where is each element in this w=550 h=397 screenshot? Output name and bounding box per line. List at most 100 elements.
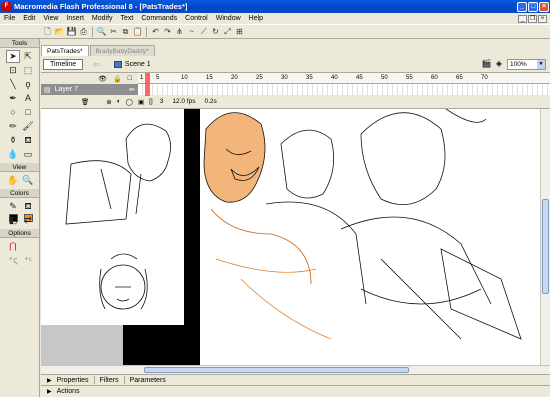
eyedropper-icon[interactable]: 💧: [6, 148, 20, 161]
delete-layer-icon[interactable]: 🗑: [81, 98, 89, 106]
menu-edit[interactable]: Edit: [19, 15, 39, 22]
edit-bar: Timeline ⇦ Scene 1 🎬 ◈ 100% ▼: [41, 56, 550, 73]
edit-symbols-icon[interactable]: ◈: [496, 59, 502, 68]
onion-outline-icon[interactable]: ◯: [126, 98, 133, 106]
vertical-scrollbar[interactable]: [540, 109, 550, 365]
brush-tool-icon[interactable]: 🖌: [21, 120, 35, 133]
expand-arrow-icon[interactable]: ▶: [47, 377, 52, 384]
scene-breadcrumb[interactable]: Scene 1: [113, 60, 151, 68]
straighten-icon[interactable]: ⟋: [198, 26, 209, 37]
view-tools: ✋ 🔍: [0, 172, 39, 189]
eraser-icon[interactable]: ▭: [21, 148, 35, 161]
playhead[interactable]: [145, 73, 150, 96]
actions-panel-bar[interactable]: ▶ Actions: [41, 385, 550, 397]
maximize-button[interactable]: □: [528, 1, 538, 12]
flash-window: F Macromedia Flash Professional 8 - [Pat…: [0, 0, 550, 397]
edit-scene-icon[interactable]: 🎬: [482, 59, 492, 68]
doc-minimize-icon[interactable]: _: [518, 14, 527, 23]
menu-insert[interactable]: Insert: [62, 15, 88, 22]
menu-window[interactable]: Window: [212, 15, 245, 22]
magnet-icon[interactable]: ⋔: [174, 26, 185, 37]
tab-bradybabydaddy[interactable]: BradyBabyDaddy*: [89, 45, 155, 56]
text-tool-icon[interactable]: A: [21, 92, 35, 105]
horizontal-scrollbar[interactable]: [41, 365, 550, 374]
oval-tool-icon[interactable]: ○: [6, 106, 20, 119]
center-frame-icon[interactable]: ⊕: [106, 98, 111, 106]
menu-modify[interactable]: Modify: [88, 15, 117, 22]
close-button[interactable]: ×: [539, 1, 549, 12]
minimize-button[interactable]: _: [517, 1, 527, 12]
copy-icon[interactable]: ⧉: [120, 26, 131, 37]
zoom-dropdown-icon[interactable]: ▼: [537, 60, 545, 69]
selection-tool-icon[interactable]: ➤: [6, 50, 20, 63]
tab-filters[interactable]: Filters: [100, 377, 119, 384]
zoom-select[interactable]: 100% ▼: [507, 59, 546, 70]
paint-bucket-icon[interactable]: ⛾: [21, 134, 35, 147]
doc-close-icon[interactable]: ×: [538, 14, 547, 23]
colors-header: Colors: [0, 189, 39, 198]
tab-parameters[interactable]: Parameters: [130, 377, 166, 384]
open-folder-icon[interactable]: 📂: [54, 26, 65, 37]
doc-restore-icon[interactable]: ❐: [528, 14, 537, 23]
lasso-tool-icon[interactable]: ϙ: [21, 78, 35, 91]
outline-all-icon[interactable]: □: [128, 75, 132, 82]
menu-view[interactable]: View: [39, 15, 62, 22]
onion-markers-icon[interactable]: []: [149, 98, 153, 105]
menu-control[interactable]: Control: [181, 15, 212, 22]
layer-row[interactable]: ▤ Layer 7 ✏: [41, 84, 550, 95]
undo-icon[interactable]: ↶: [150, 26, 161, 37]
pen-tool-icon[interactable]: ✒: [6, 92, 20, 105]
align-icon[interactable]: ⊞: [234, 26, 245, 37]
straighten-option-icon[interactable]: ⁺ᶜ: [21, 254, 35, 267]
tab-patstrades[interactable]: PatsTrades*: [41, 45, 89, 56]
rectangle-tool-icon[interactable]: □: [21, 106, 35, 119]
free-transform-icon[interactable]: ⊡: [6, 64, 20, 77]
back-arrow-icon[interactable]: ⇦: [93, 60, 100, 69]
save-icon[interactable]: 💾: [66, 26, 77, 37]
pencil-tool-icon[interactable]: ✏: [6, 120, 20, 133]
print-preview-icon[interactable]: 🔍: [96, 26, 107, 37]
properties-panel-bar[interactable]: ▶ Properties Filters Parameters: [41, 374, 550, 385]
black-white-icon[interactable]: ◧: [6, 214, 20, 227]
vertical-scroll-thumb[interactable]: [542, 199, 549, 294]
paste-icon[interactable]: 📋: [132, 26, 143, 37]
frame-ruler[interactable]: 1 5 10 15 20 25 30 35 40 45 50 55 60 65 …: [138, 73, 550, 84]
menu-commands[interactable]: Commands: [137, 15, 181, 22]
lock-all-icon[interactable]: 🔒: [113, 75, 122, 83]
ink-bottle-icon[interactable]: ⚱: [6, 134, 20, 147]
stroke-color-icon[interactable]: ✎: [6, 200, 20, 222]
line-tool-icon[interactable]: ╲: [6, 78, 20, 91]
edit-multiple-frames-icon[interactable]: ▣: [138, 98, 144, 106]
timeline-toggle-button[interactable]: Timeline: [43, 58, 84, 70]
fill-transform-icon[interactable]: ⬚: [21, 64, 35, 77]
show-hide-all-icon[interactable]: 👁: [98, 75, 107, 83]
stage-canvas[interactable]: [41, 109, 540, 365]
frames-track[interactable]: [138, 84, 550, 95]
tab-divider: [123, 376, 125, 384]
cut-icon[interactable]: ✂: [108, 26, 119, 37]
tab-actions[interactable]: Actions: [57, 388, 80, 395]
expand-arrow-icon[interactable]: ▶: [47, 388, 52, 395]
subselection-tool-icon[interactable]: ⇱: [21, 50, 35, 63]
rotate-icon[interactable]: ↻: [210, 26, 221, 37]
tab-properties[interactable]: Properties: [57, 377, 89, 384]
layer-name-cell[interactable]: ▤ Layer 7 ✏: [41, 84, 138, 95]
print-icon[interactable]: ⎙: [78, 26, 89, 37]
menu-help[interactable]: Help: [245, 15, 267, 22]
stage[interactable]: [41, 109, 540, 365]
zoom-tool-icon[interactable]: 🔍: [21, 174, 35, 187]
fill-color-icon[interactable]: ⛾: [21, 200, 35, 222]
smooth-option-icon[interactable]: ⁺ς: [6, 254, 20, 267]
onion-skin-icon[interactable]: ◐: [117, 98, 121, 105]
new-file-icon[interactable]: 🗋: [42, 26, 53, 37]
snap-magnet-icon[interactable]: ⋂: [6, 240, 20, 253]
menu-text[interactable]: Text: [117, 15, 138, 22]
hand-tool-icon[interactable]: ✋: [6, 174, 20, 187]
redo-icon[interactable]: ↷: [162, 26, 173, 37]
ruler-mark: 55: [406, 75, 413, 81]
horizontal-scroll-thumb[interactable]: [144, 367, 409, 373]
smooth-icon[interactable]: ~: [186, 26, 197, 37]
menu-file[interactable]: File: [0, 15, 19, 22]
scale-icon[interactable]: ⤢: [222, 26, 233, 37]
swap-colors-icon[interactable]: ⇄: [21, 214, 35, 227]
